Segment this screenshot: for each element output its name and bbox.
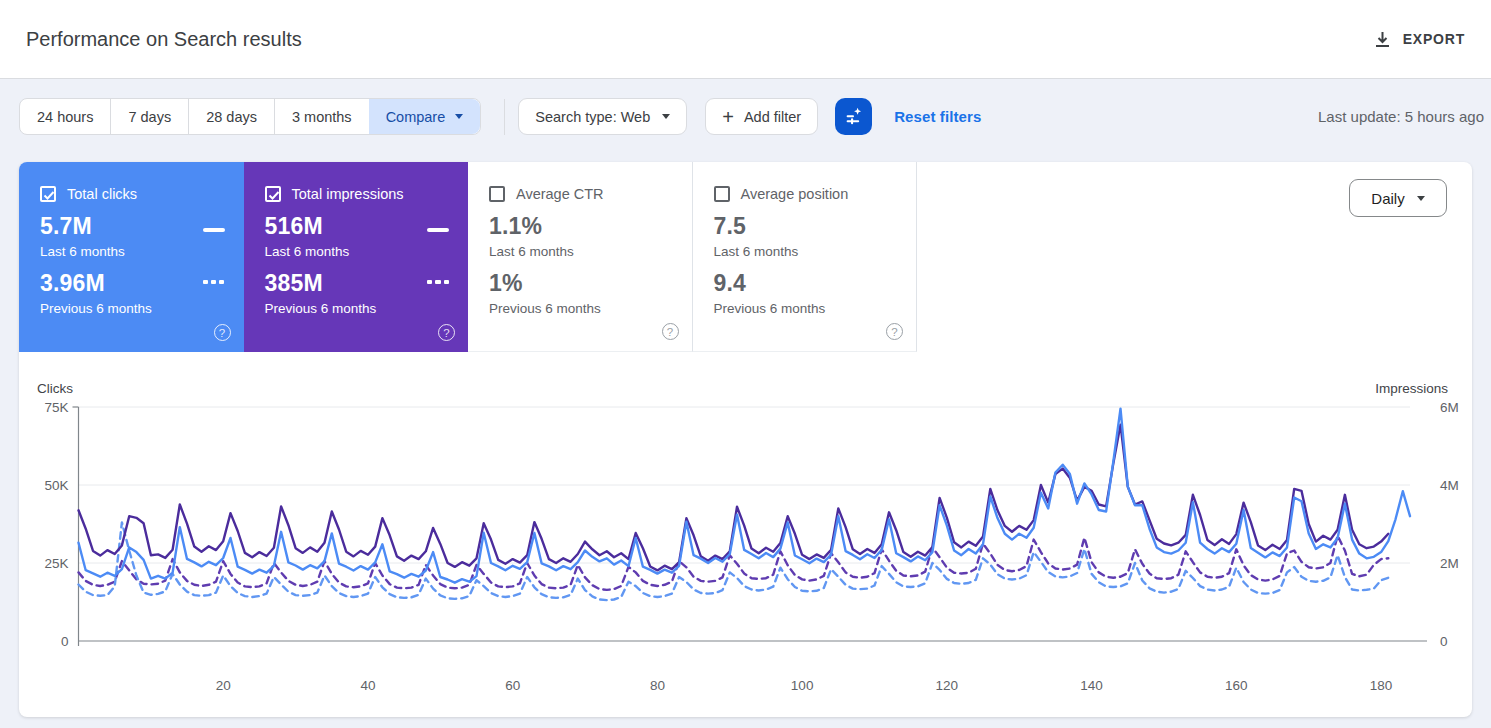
report-panel: Total clicks 5.7M Last 6 months 3.96M Pr… bbox=[19, 162, 1472, 717]
page-header: Performance on Search results EXPORT bbox=[0, 0, 1491, 79]
card-average-position[interactable]: Average position 7.5 Last 6 months 9.4 P… bbox=[693, 162, 918, 352]
svg-text:160: 160 bbox=[1225, 678, 1248, 693]
svg-text:140: 140 bbox=[1080, 678, 1103, 693]
filter-bar: 24 hours 7 days 28 days 3 months Compare… bbox=[19, 98, 1484, 135]
svg-text:0: 0 bbox=[1440, 634, 1448, 649]
help-icon[interactable]: ? bbox=[214, 324, 231, 341]
filter-settings-button[interactable] bbox=[835, 98, 872, 135]
checkbox-checked[interactable] bbox=[265, 186, 281, 202]
svg-text:20: 20 bbox=[216, 678, 231, 693]
svg-text:80: 80 bbox=[650, 678, 665, 693]
svg-text:6M: 6M bbox=[1440, 400, 1459, 415]
checkbox-checked[interactable] bbox=[40, 186, 56, 202]
checkbox-unchecked[interactable] bbox=[489, 186, 505, 202]
chevron-down-icon bbox=[662, 114, 670, 119]
last-update-text: Last update: 5 hours ago bbox=[1318, 108, 1484, 125]
tab-3-months[interactable]: 3 months bbox=[274, 99, 369, 134]
solid-line-indicator bbox=[427, 228, 449, 232]
performance-line-chart: 75K 50K 25K 0 6M 4M 2M 0 20 40 60 80 100 120 140 160 180 bbox=[19, 352, 1472, 717]
metric-value: 1.1% bbox=[489, 213, 692, 240]
solid-line-indicator bbox=[203, 228, 225, 232]
help-icon[interactable]: ? bbox=[438, 324, 455, 341]
metric-value: 516M bbox=[265, 213, 469, 240]
help-icon[interactable]: ? bbox=[662, 323, 679, 340]
tab-24-hours[interactable]: 24 hours bbox=[20, 99, 110, 134]
dashed-line-indicator bbox=[427, 280, 449, 284]
help-icon[interactable]: ? bbox=[886, 323, 903, 340]
card-total-impressions[interactable]: Total impressions 516M Last 6 months 385… bbox=[244, 162, 469, 352]
chevron-down-icon bbox=[1417, 196, 1425, 201]
granularity-dropdown[interactable]: Daily bbox=[1349, 179, 1447, 217]
date-range-tabs: 24 hours 7 days 28 days 3 months Compare bbox=[19, 98, 481, 135]
reset-filters-link[interactable]: Reset filters bbox=[894, 108, 981, 125]
card-average-ctr[interactable]: Average CTR 1.1% Last 6 months 1% Previo… bbox=[468, 162, 693, 352]
divider bbox=[504, 99, 505, 135]
export-button[interactable]: EXPORT bbox=[1373, 30, 1465, 49]
svg-text:2M: 2M bbox=[1440, 556, 1459, 571]
svg-text:75K: 75K bbox=[44, 400, 68, 415]
svg-text:4M: 4M bbox=[1440, 478, 1459, 493]
metric-value: 9.4 bbox=[714, 270, 917, 297]
metric-value: 1% bbox=[489, 270, 692, 297]
metric-value: 7.5 bbox=[714, 213, 917, 240]
svg-text:40: 40 bbox=[360, 678, 375, 693]
svg-text:180: 180 bbox=[1370, 678, 1393, 693]
svg-text:25K: 25K bbox=[44, 556, 68, 571]
page-title: Performance on Search results bbox=[26, 28, 302, 51]
chevron-down-icon bbox=[455, 114, 463, 119]
svg-text:50K: 50K bbox=[44, 478, 68, 493]
card-total-clicks[interactable]: Total clicks 5.7M Last 6 months 3.96M Pr… bbox=[19, 162, 244, 352]
svg-text:100: 100 bbox=[791, 678, 814, 693]
tab-compare[interactable]: Compare bbox=[369, 99, 481, 134]
plus-icon: + bbox=[722, 107, 734, 127]
svg-text:120: 120 bbox=[936, 678, 959, 693]
download-icon bbox=[1373, 30, 1392, 49]
metric-cards: Total clicks 5.7M Last 6 months 3.96M Pr… bbox=[19, 162, 1472, 352]
metric-value: 5.7M bbox=[40, 213, 244, 240]
svg-text:0: 0 bbox=[61, 634, 69, 649]
checkbox-unchecked[interactable] bbox=[714, 186, 730, 202]
tune-sparkle-icon bbox=[842, 105, 865, 128]
tab-7-days[interactable]: 7 days bbox=[110, 99, 188, 134]
search-type-dropdown[interactable]: Search type: Web bbox=[518, 98, 687, 135]
tab-28-days[interactable]: 28 days bbox=[188, 99, 274, 134]
add-filter-button[interactable]: +Add filter bbox=[705, 98, 818, 135]
svg-text:60: 60 bbox=[505, 678, 520, 693]
dashed-line-indicator bbox=[203, 280, 225, 284]
